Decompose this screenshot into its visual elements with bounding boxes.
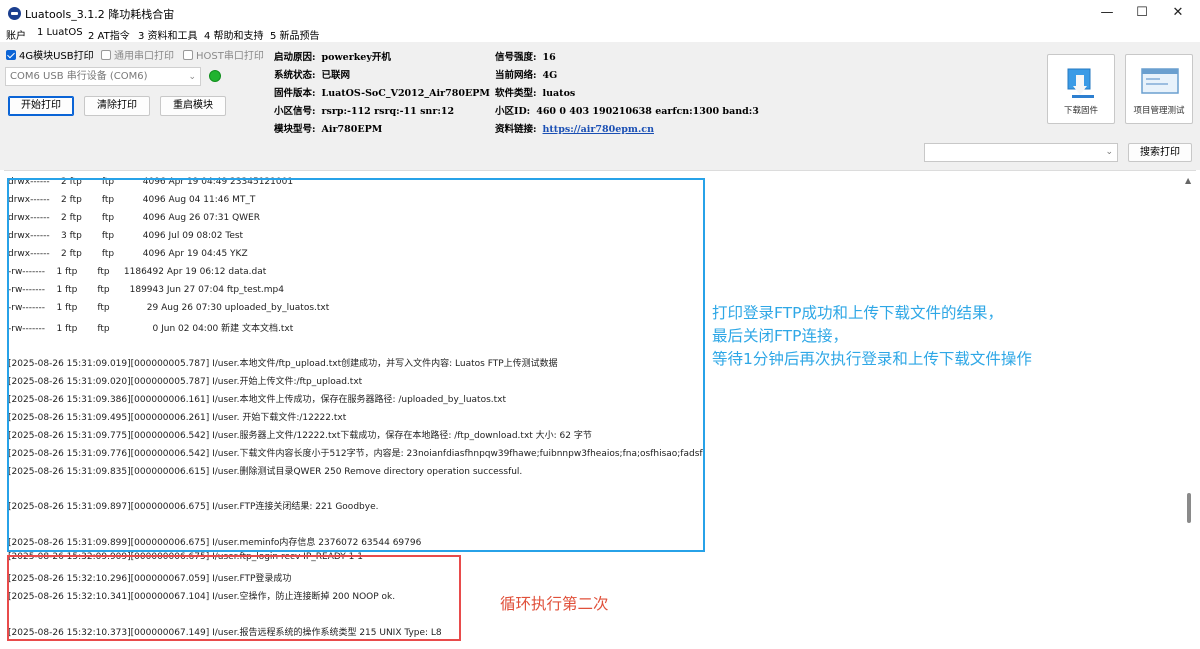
info-firmware-version: 固件版本: LuatOS-SoC_V2012_Air780EPM: [274, 85, 490, 99]
maximize-button[interactable]: ☐: [1124, 3, 1160, 23]
info-label: 软件类型:: [495, 88, 537, 99]
info-label: 当前网络:: [495, 70, 537, 81]
port-select[interactable]: COM6 USB 串行设备 (COM6) ⌄: [5, 67, 201, 86]
menu-new-products[interactable]: 5 新品预告: [270, 27, 320, 42]
info-value: 已联网: [321, 70, 351, 81]
title-bar: Luatools_3.1.2 降功耗栈合宙 — ☐ ✕: [0, 0, 1200, 26]
info-label: 信号强度:: [495, 52, 537, 63]
serial-print-checkbox[interactable]: 通用串口打印: [101, 47, 174, 62]
checkbox-unchecked-icon: [101, 49, 111, 60]
info-software-type: 软件类型: luatos: [495, 85, 575, 99]
start-print-button[interactable]: 开始打印: [8, 96, 74, 116]
blue-annotation-line: 等待1分钟后再次执行登录和上传下载文件操作: [712, 350, 1032, 368]
red-annotation: 循环执行第二次: [500, 595, 609, 613]
usb-print-checkbox[interactable]: 4G模块USB打印: [6, 47, 94, 62]
menu-luatos[interactable]: 1 LuatOS: [37, 27, 83, 38]
port-select-value: COM6 USB 串行设备 (COM6): [10, 71, 148, 82]
info-value: LuatOS-SoC_V2012_Air780EPM: [321, 88, 490, 99]
info-value: 460 0 403 190210638 earfcn:1300 band:3: [536, 106, 759, 117]
scroll-up-arrow-icon[interactable]: ▲: [1185, 176, 1191, 185]
download-firmware-label: 下载固件: [1063, 106, 1098, 116]
info-value: 4G: [542, 70, 558, 81]
host-print-checkbox[interactable]: HOST串口打印: [183, 47, 264, 62]
blue-highlight-box: [7, 178, 705, 552]
download-firmware-button[interactable]: 下载固件: [1047, 54, 1115, 124]
chevron-down-icon: ⌄: [1105, 147, 1113, 157]
info-value: rsrp:-112 rsrq:-11 snr:12: [321, 106, 455, 117]
clear-print-button[interactable]: 清除打印: [84, 96, 150, 116]
info-cell-id: 小区ID: 460 0 403 190210638 earfcn:1300 ban…: [495, 103, 759, 117]
info-boot-reason: 启动原因: powerkey开机: [274, 49, 391, 63]
menu-account[interactable]: 账户: [6, 27, 26, 42]
host-print-label: HOST串口打印: [196, 51, 264, 62]
red-highlight-box: [7, 555, 461, 641]
info-doc-link: 资料链接: https://air780epm.cn: [495, 121, 654, 135]
menu-at-commands[interactable]: 2 AT指令: [88, 27, 130, 42]
menu-docs-tools[interactable]: 3 资料和工具: [138, 27, 198, 42]
menu-bar: 账户 1 LuatOS 2 AT指令 3 资料和工具 4 帮助和支持 5 新品预…: [0, 26, 1200, 42]
info-label: 启动原因:: [274, 52, 316, 63]
info-signal-strength: 信号强度: 16: [495, 49, 556, 63]
project-window-icon: [1141, 68, 1179, 94]
serial-print-label: 通用串口打印: [114, 51, 174, 62]
blue-annotation-line: 打印登录FTP成功和上传下载文件的结果，: [712, 304, 1003, 322]
minimize-button[interactable]: —: [1089, 3, 1125, 23]
chevron-down-icon: ⌄: [188, 72, 196, 82]
restart-module-button[interactable]: 重启模块: [160, 96, 226, 116]
download-icon: [1067, 68, 1094, 98]
doc-link[interactable]: https://air780epm.cn: [543, 124, 654, 135]
search-print-button[interactable]: 搜索打印: [1128, 143, 1192, 162]
info-cell-signal: 小区信号: rsrp:-112 rsrq:-11 snr:12: [274, 103, 454, 117]
project-test-button[interactable]: 项目管理测试: [1125, 54, 1193, 124]
search-select[interactable]: ⌄: [924, 143, 1118, 162]
info-label: 资料链接:: [495, 124, 537, 135]
connection-status-led: [209, 70, 221, 82]
info-system-status: 系统状态: 已联网: [274, 67, 350, 81]
checkbox-checked-icon: [6, 49, 16, 60]
info-value: 16: [542, 52, 556, 63]
info-module-model: 模块型号: Air780EPM: [274, 121, 382, 135]
checkbox-unchecked-icon: [183, 49, 193, 60]
scroll-thumb[interactable]: [1187, 493, 1191, 523]
info-label: 小区ID:: [495, 106, 531, 117]
info-label: 模块型号:: [274, 124, 316, 135]
info-value: luatos: [542, 88, 576, 99]
close-button[interactable]: ✕: [1160, 3, 1196, 23]
info-value: Air780EPM: [321, 124, 383, 135]
menu-help-support[interactable]: 4 帮助和支持: [204, 27, 264, 42]
info-label: 小区信号:: [274, 106, 316, 117]
blue-annotation: 打印登录FTP成功和上传下载文件的结果， 最后关闭FTP连接， 等待1分钟后再次…: [712, 302, 1032, 371]
usb-print-label: 4G模块USB打印: [19, 51, 94, 62]
info-current-network: 当前网络: 4G: [495, 67, 557, 81]
app-logo-icon: [8, 7, 21, 20]
window-title: Luatools_3.1.2 降功耗栈合宙: [25, 8, 175, 21]
project-test-label: 项目管理测试: [1133, 106, 1185, 116]
info-value: powerkey开机: [321, 52, 391, 63]
info-label: 系统状态:: [274, 70, 316, 81]
info-label: 固件版本:: [274, 88, 316, 99]
log-scrollbar[interactable]: ▲: [1183, 172, 1195, 649]
blue-annotation-line: 最后关闭FTP连接，: [712, 327, 848, 345]
